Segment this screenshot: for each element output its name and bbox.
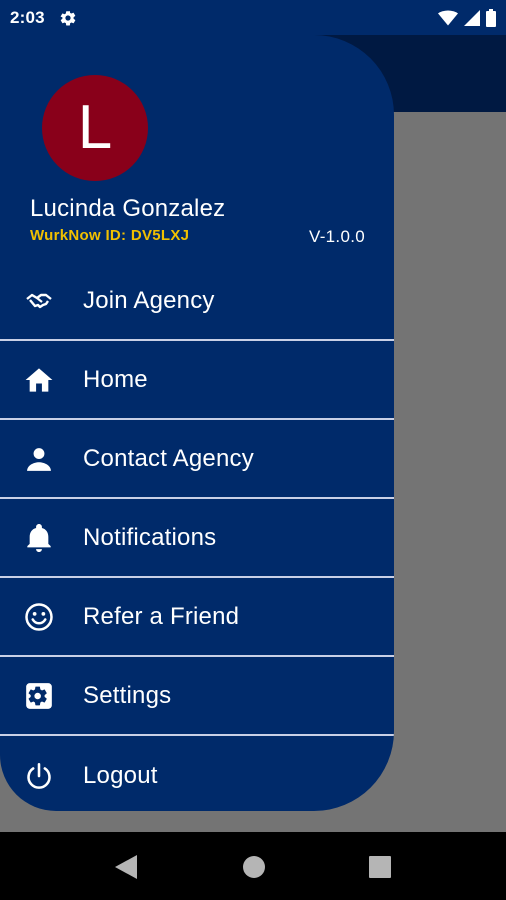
settings-icon [59, 8, 79, 28]
smiley-icon [24, 602, 54, 632]
handshake-icon [24, 286, 54, 316]
menu-item-label: Logout [83, 761, 158, 789]
app-version: V-1.0.0 [309, 227, 365, 246]
menu-item-contact-agency[interactable]: Contact Agency [0, 420, 394, 499]
avatar[interactable]: L [42, 75, 148, 181]
user-name: Lucinda Gonzalez [30, 195, 226, 222]
user-id: WurkNow ID: DV5LXJ [30, 227, 190, 244]
status-bar: 2:03 [0, 0, 506, 35]
menu-item-join-agency[interactable]: Join Agency [0, 262, 394, 341]
signal-icon [464, 9, 480, 26]
navigation-drawer: L Lucinda Gonzalez WurkNow ID: DV5LXJ V-… [0, 35, 394, 811]
gear-icon [24, 681, 54, 711]
status-time: 2:03 [10, 7, 45, 27]
drawer-menu: Join Agency Home Contact Agency Notifica… [0, 262, 394, 811]
menu-item-refer-friend[interactable]: Refer a Friend [0, 578, 394, 657]
menu-item-notifications[interactable]: Notifications [0, 499, 394, 578]
menu-item-home[interactable]: Home [0, 341, 394, 420]
recents-icon[interactable] [367, 854, 393, 880]
avatar-letter: L [77, 93, 113, 162]
menu-item-label: Notifications [83, 523, 217, 551]
menu-item-logout[interactable]: Logout [0, 736, 394, 811]
wifi-icon [438, 10, 458, 26]
menu-item-label: Join Agency [83, 286, 215, 314]
menu-item-label: Home [83, 365, 148, 393]
menu-item-label: Contact Agency [83, 444, 254, 472]
bell-icon [24, 523, 54, 553]
person-icon [24, 444, 54, 474]
home-circle-icon[interactable] [241, 854, 267, 880]
battery-icon [486, 8, 496, 27]
menu-item-label: Settings [83, 681, 172, 709]
status-icons [438, 8, 496, 27]
menu-item-label: Refer a Friend [83, 602, 240, 630]
power-icon [24, 761, 54, 791]
system-nav-bar [0, 832, 506, 900]
home-icon [24, 365, 54, 395]
back-icon[interactable] [113, 854, 139, 880]
menu-item-settings[interactable]: Settings [0, 657, 394, 736]
